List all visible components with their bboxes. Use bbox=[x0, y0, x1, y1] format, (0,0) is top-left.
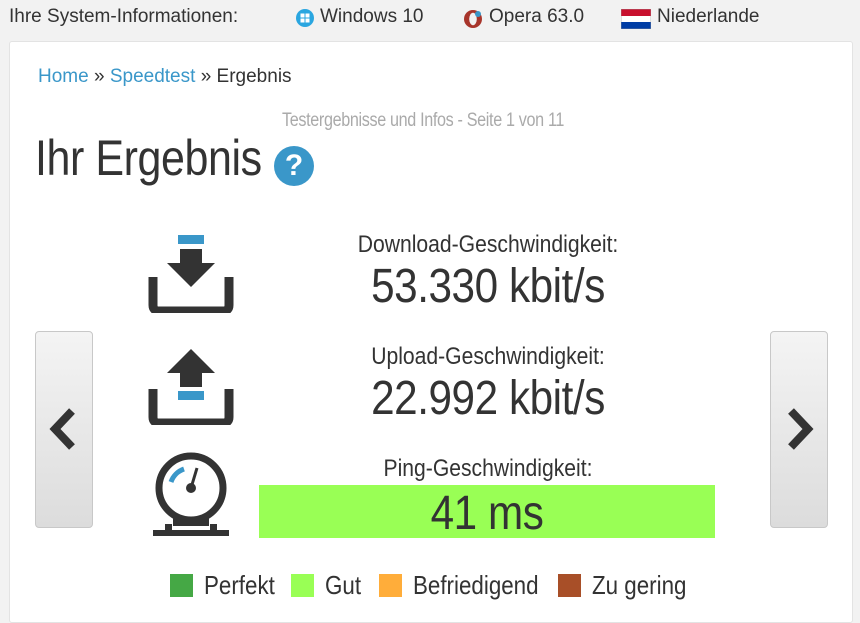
legend-swatch-befriedigend bbox=[379, 574, 402, 597]
breadcrumb-home-link[interactable]: Home bbox=[38, 66, 89, 87]
breadcrumb-separator: » bbox=[93, 66, 105, 87]
ping-label: Ping-Geschwindigkeit: bbox=[383, 455, 593, 482]
legend-label-befriedigend: Befriedigend bbox=[413, 570, 539, 600]
chevron-left-icon bbox=[49, 408, 75, 450]
gauge-icon bbox=[153, 452, 229, 536]
chevron-right-icon bbox=[788, 408, 814, 450]
legend-label-perfekt: Perfekt bbox=[204, 570, 275, 600]
ping-rating-bar: 41 ms bbox=[259, 485, 715, 540]
windows-icon bbox=[296, 9, 314, 27]
rating-legend: Perfekt Gut Befriedigend Zu gering bbox=[10, 570, 852, 606]
breadcrumb-current: Ergebnis bbox=[216, 66, 292, 87]
os-name: Windows 10 bbox=[320, 6, 424, 27]
legend-label-zu-gering: Zu gering bbox=[592, 570, 687, 600]
breadcrumb: Home » Speedtest » Ergebnis bbox=[38, 66, 292, 88]
browser-name: Opera 63.0 bbox=[489, 6, 585, 27]
legend-swatch-perfekt bbox=[170, 574, 193, 597]
download-value: 53.330 kbit/s bbox=[371, 260, 605, 313]
breadcrumb-speedtest-link[interactable]: Speedtest bbox=[110, 66, 196, 87]
breadcrumb-separator: » bbox=[200, 66, 212, 87]
system-info-label: Ihre System-Informationen: bbox=[9, 6, 239, 27]
opera-icon bbox=[464, 10, 482, 28]
previous-page-button[interactable] bbox=[35, 331, 93, 528]
download-label: Download-Geschwindigkeit: bbox=[357, 231, 619, 258]
netherlands-flag-icon bbox=[621, 9, 651, 29]
upload-value: 22.992 kbit/s bbox=[371, 372, 605, 425]
download-icon bbox=[148, 235, 234, 313]
upload-icon bbox=[148, 349, 234, 425]
legend-swatch-zu-gering bbox=[558, 574, 581, 597]
page-title: Ihr Ergebnis bbox=[35, 130, 262, 186]
result-card: Home » Speedtest » Ergebnis Testergebnis… bbox=[9, 41, 853, 623]
country-name: Niederlande bbox=[657, 6, 760, 27]
next-page-button[interactable] bbox=[770, 331, 828, 528]
legend-swatch-gut bbox=[291, 574, 314, 597]
upload-label: Upload-Geschwindigkeit: bbox=[371, 343, 605, 370]
legend-label-gut: Gut bbox=[325, 570, 362, 600]
help-icon[interactable]: ? bbox=[274, 146, 314, 186]
ping-value: 41 ms bbox=[430, 487, 544, 540]
system-info-bar: Ihre System-Informationen: Windows 10 Op… bbox=[0, 0, 860, 38]
page-subtitle: Testergebnisse und Infos - Seite 1 von 1… bbox=[282, 110, 565, 131]
